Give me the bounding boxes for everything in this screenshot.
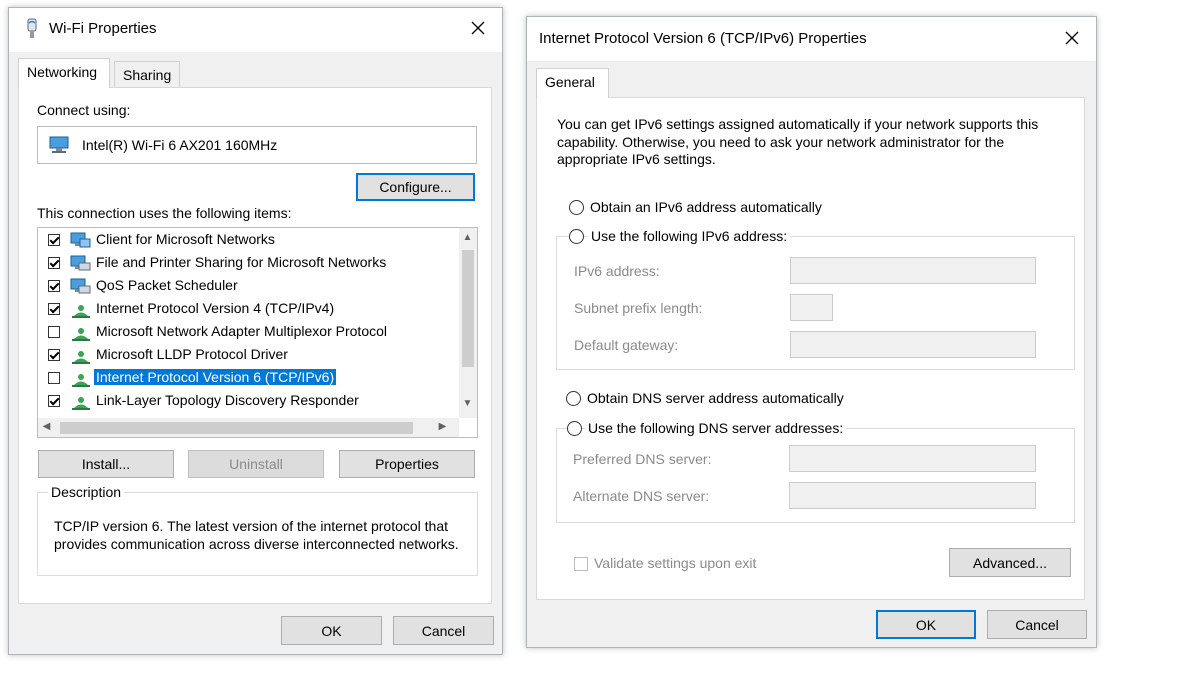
item-checkbox[interactable] [48, 372, 60, 384]
ipv6-ok-button[interactable]: OK [876, 610, 976, 639]
item-label: Link-Layer Topology Discovery Responder [96, 392, 359, 408]
ipv6-properties-window: Internet Protocol Version 6 (TCP/IPv6) P… [526, 16, 1097, 648]
validate-settings-checkbox[interactable] [574, 557, 588, 571]
list-item[interactable]: Internet Protocol Version 6 (TCP/IPv6) [38, 367, 458, 389]
preferred-dns-field[interactable] [789, 445, 1036, 472]
subnet-prefix-field[interactable] [790, 294, 833, 321]
item-checkbox[interactable] [48, 257, 60, 269]
ipv6-intro-text: You can get IPv6 settings assigned autom… [557, 116, 1039, 167]
description-legend: Description [48, 484, 125, 500]
item-label: Microsoft LLDP Protocol Driver [96, 346, 288, 362]
network-protocol-icon [72, 328, 90, 341]
general-panel: You can get IPv6 settings assigned autom… [536, 97, 1085, 600]
items-label: This connection uses the following items… [37, 205, 292, 221]
item-checkbox[interactable] [48, 326, 60, 338]
ipv6-close-icon[interactable] [1062, 28, 1082, 48]
networking-panel: Connect using: Intel(R) Wi-Fi 6 AX201 16… [18, 87, 492, 604]
wifi-adapter-icon [27, 18, 37, 38]
tab-sharing[interactable]: Sharing [114, 61, 180, 88]
wifi-titlebar: Wi-Fi Properties [9, 8, 502, 52]
dns-server-group: Use the following DNS server addresses: … [556, 420, 1075, 523]
network-protocol-icon [72, 374, 90, 387]
obtain-dns-auto-label[interactable]: Obtain DNS server address automatically [587, 390, 844, 406]
items-list: Client for Microsoft Networks File and Pr… [38, 228, 458, 418]
items-scrollbar-horizontal[interactable]: ◀ ▶ [38, 418, 459, 437]
network-protocol-icon [72, 397, 90, 410]
scroll-right-icon[interactable]: ▶ [434, 421, 451, 432]
wifi-ok-button[interactable]: OK [281, 616, 382, 645]
item-checkbox[interactable] [48, 234, 60, 246]
ipv6-cancel-button[interactable]: Cancel [987, 610, 1087, 639]
item-checkbox[interactable] [48, 349, 60, 361]
tab-general[interactable]: General [536, 68, 609, 98]
alternate-dns-field[interactable] [789, 482, 1036, 509]
list-item[interactable]: Microsoft Network Adapter Multiplexor Pr… [38, 321, 458, 343]
network-protocol-icon [72, 305, 90, 318]
network-adapter-icon [49, 136, 69, 153]
list-item[interactable]: Internet Protocol Version 4 (TCP/IPv4) [38, 298, 458, 320]
ipv6-address-label: IPv6 address: [574, 263, 660, 279]
default-gateway-label: Default gateway: [574, 337, 679, 353]
obtain-ipv6-auto-radio[interactable] [569, 200, 584, 215]
ipv6-titlebar: Internet Protocol Version 6 (TCP/IPv6) P… [527, 17, 1096, 61]
items-listbox[interactable]: Client for Microsoft Networks File and Pr… [37, 227, 478, 438]
use-following-ipv6-label[interactable]: Use the following IPv6 address: [588, 228, 791, 244]
wifi-window-title: Wi-Fi Properties [49, 20, 157, 37]
list-item[interactable]: File and Printer Sharing for Microsoft N… [38, 252, 458, 274]
item-label: File and Printer Sharing for Microsoft N… [96, 254, 387, 270]
item-label: Internet Protocol Version 4 (TCP/IPv4) [96, 300, 335, 316]
item-checkbox[interactable] [48, 280, 60, 292]
item-label: Client for Microsoft Networks [96, 231, 275, 247]
install-button[interactable]: Install... [38, 450, 174, 478]
item-checkbox[interactable] [48, 395, 60, 407]
adapter-name: Intel(R) Wi-Fi 6 AX201 160MHz [82, 137, 278, 153]
item-label: Microsoft Network Adapter Multiplexor Pr… [96, 323, 387, 339]
subnet-prefix-label: Subnet prefix length: [574, 300, 703, 316]
advanced-button[interactable]: Advanced... [949, 548, 1071, 577]
scroll-down-icon[interactable]: ▼ [459, 398, 476, 409]
default-gateway-field[interactable] [790, 331, 1036, 358]
use-following-dns-radio[interactable] [567, 421, 582, 436]
scroll-left-icon[interactable]: ◀ [38, 421, 55, 432]
description-text: TCP/IP version 6. The latest version of … [54, 518, 459, 552]
use-following-dns-label[interactable]: Use the following DNS server addresses: [585, 420, 847, 436]
alternate-dns-label: Alternate DNS server: [573, 488, 710, 504]
item-label: Internet Protocol Version 6 (TCP/IPv6) [92, 368, 338, 386]
obtain-dns-auto-radio[interactable] [566, 391, 581, 406]
list-item[interactable]: Client for Microsoft Networks [38, 229, 458, 251]
obtain-ipv6-auto-label[interactable]: Obtain an IPv6 address automatically [590, 199, 822, 215]
item-label: QoS Packet Scheduler [96, 277, 238, 293]
ipv6-window-title: Internet Protocol Version 6 (TCP/IPv6) P… [539, 30, 867, 47]
scroll-up-icon[interactable]: ▲ [459, 232, 476, 243]
uninstall-button[interactable]: Uninstall [188, 450, 324, 478]
scroll-thumb-vertical[interactable] [462, 250, 474, 367]
configure-button[interactable]: Configure... [356, 173, 475, 201]
connect-using-label: Connect using: [37, 102, 131, 118]
description-group: Description TCP/IP version 6. The latest… [37, 484, 478, 576]
network-client-icon [70, 232, 91, 248]
scroll-thumb-horizontal[interactable] [60, 422, 413, 434]
tab-networking[interactable]: Networking [18, 58, 110, 88]
use-following-ipv6-radio[interactable] [569, 229, 584, 244]
wifi-close-icon[interactable] [468, 18, 488, 38]
preferred-dns-label: Preferred DNS server: [573, 451, 712, 467]
validate-settings-label[interactable]: Validate settings upon exit [594, 555, 756, 571]
ipv6-address-field[interactable] [790, 257, 1036, 284]
network-service-icon [70, 255, 91, 271]
list-item[interactable]: Microsoft LLDP Protocol Driver [38, 344, 458, 366]
items-scrollbar-vertical[interactable]: ▲ ▼ [459, 228, 477, 418]
item-checkbox[interactable] [48, 303, 60, 315]
list-item[interactable]: QoS Packet Scheduler [38, 275, 458, 297]
wifi-cancel-button[interactable]: Cancel [393, 616, 494, 645]
list-item[interactable]: Link-Layer Topology Discovery Responder [38, 390, 458, 412]
wifi-properties-window: Wi-Fi Properties Networking Sharing Conn… [8, 7, 503, 655]
properties-button[interactable]: Properties [339, 450, 475, 478]
ipv6-address-group: Use the following IPv6 address: IPv6 add… [556, 228, 1075, 370]
network-protocol-icon [72, 351, 90, 364]
network-service-icon [70, 278, 91, 294]
adapter-name-box: Intel(R) Wi-Fi 6 AX201 160MHz [37, 126, 477, 164]
